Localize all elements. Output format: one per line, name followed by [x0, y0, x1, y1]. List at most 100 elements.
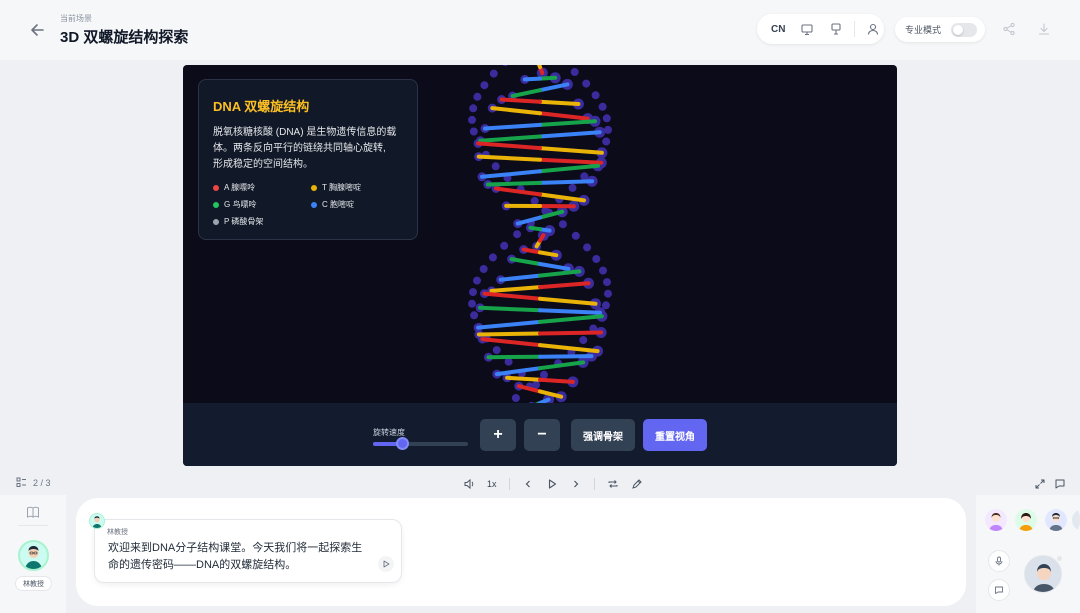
my-avatar[interactable] — [1024, 555, 1062, 593]
pro-mode-toggle[interactable] — [951, 22, 978, 37]
student-avatar[interactable] — [1045, 509, 1067, 531]
backbone-atom — [599, 266, 607, 275]
emphasize-backbone-button[interactable]: 强调骨架 — [571, 419, 635, 451]
backbone-atom — [540, 370, 548, 379]
legend-label: P 磷酸骨架 — [224, 217, 264, 226]
legend-item-thymine: T 胸腺嘧啶 — [311, 182, 409, 193]
top-header: 当前场景 3D 双螺旋结构探索 CN 专业模式 — [0, 0, 1080, 60]
base-pair-bond — [482, 291, 542, 301]
teacher-name-tag: 林教授 — [15, 576, 52, 591]
teacher-avatar[interactable] — [18, 540, 49, 571]
dna-stage: DNA 双螺旋结构 脱氧核糖核酸 (DNA) 是生物遗传信息的载 体。两条反向平… — [183, 65, 897, 466]
base-pair-bond — [485, 180, 542, 187]
user-icon[interactable] — [866, 22, 880, 36]
legend-item-cytosine: C 胞嘧啶 — [311, 199, 409, 210]
info-desc-line: 脱氧核糖核酸 (DNA) 是生物遗传信息的载 — [213, 127, 397, 138]
backbone-atom — [571, 231, 580, 240]
legend-dot — [213, 218, 219, 225]
backbone-atom — [602, 114, 611, 123]
speed-slider-thumb[interactable] — [395, 437, 409, 450]
backbone-atom — [582, 79, 591, 88]
playback-rate[interactable]: 1x — [487, 479, 497, 489]
share-icon[interactable] — [1002, 22, 1016, 36]
microphone-button[interactable] — [988, 550, 1010, 572]
student-avatar[interactable] — [1072, 509, 1080, 531]
zoom-in-button[interactable]: + — [480, 419, 516, 451]
base-pair-bond — [528, 225, 542, 232]
repeat-icon[interactable] — [607, 478, 619, 490]
backbone-atom — [602, 137, 611, 146]
base-legend: A 腺嘌呤 T 胸腺嘧啶 G 鸟嘌呤 C 胞嘧啶 P 磷酸骨架 — [213, 182, 403, 227]
backbone-atom — [591, 91, 600, 100]
base-pair-bond — [510, 88, 542, 98]
pro-mode-pill: 专业模式 — [895, 17, 985, 42]
list-icon — [16, 477, 27, 488]
presentation-icon[interactable] — [829, 22, 843, 36]
backbone-atom — [473, 276, 481, 285]
status-dot — [1057, 556, 1062, 561]
bubble-speaker-name: 林教授 — [107, 529, 128, 536]
student-avatar[interactable] — [985, 509, 1007, 531]
base-pair-bond — [538, 119, 597, 127]
rotation-speed-control: 旋转速度 — [373, 427, 468, 450]
reset-view-button[interactable]: 重置视角 — [643, 419, 707, 451]
backbone-atom — [479, 265, 488, 273]
backbone-atom — [502, 65, 508, 66]
backbone-atom — [489, 69, 498, 78]
legend-label: A 腺嘌呤 — [224, 183, 256, 192]
backbone-atom — [491, 162, 500, 171]
comment-icon[interactable] — [1054, 478, 1066, 490]
legend-label: T 胸腺嘧啶 — [322, 183, 361, 192]
zoom-out-button[interactable]: − — [524, 419, 560, 451]
backbone-atom — [530, 197, 539, 205]
backbone-atom — [468, 299, 476, 308]
legend-item-adenine: A 腺嘌呤 — [213, 182, 311, 193]
backbone-atom — [568, 183, 577, 192]
page-title: 3D 双螺旋结构探索 — [60, 29, 189, 46]
student-avatar[interactable] — [1015, 509, 1037, 531]
pen-icon[interactable] — [631, 478, 643, 490]
chat-icon — [995, 586, 1003, 594]
backbone-atom — [492, 346, 501, 355]
base-pair-bond — [538, 82, 570, 93]
chat-button[interactable] — [988, 579, 1010, 601]
base-pair-bond — [538, 99, 581, 106]
page-indicator[interactable]: 2 / 3 — [16, 477, 51, 488]
back-arrow-icon[interactable] — [28, 20, 48, 40]
speed-label: 旋转速度 — [373, 428, 405, 437]
book-icon[interactable] — [26, 505, 40, 519]
legend-dot — [213, 201, 219, 208]
previous-icon[interactable] — [522, 478, 534, 490]
info-title: DNA 双螺旋结构 — [213, 99, 310, 114]
download-icon[interactable] — [1037, 22, 1051, 36]
backbone-atom — [570, 68, 579, 76]
base-pair-bond — [538, 146, 604, 155]
bubble-line: 命的遗传密码——DNA的双螺旋结构。 — [108, 559, 297, 571]
backbone-atom — [468, 115, 476, 124]
teacher-column: 林教授 — [0, 495, 66, 613]
base-pair-bond — [538, 111, 590, 121]
speech-bubble: 欢迎来到DNA分子结构课堂。今天我们将一起探索生 命的遗传密码——DNA的双螺旋… — [94, 519, 402, 583]
expand-icon[interactable] — [1034, 478, 1046, 490]
info-card: DNA 双螺旋结构 脱氧核糖核酸 (DNA) 是生物遗传信息的载 体。两条反向平… — [198, 79, 418, 240]
language-toggle[interactable]: CN — [771, 24, 785, 35]
divider — [18, 525, 48, 526]
next-icon[interactable] — [570, 478, 582, 490]
playback-controls: 1x — [463, 474, 643, 494]
base-pair-bond — [538, 354, 594, 359]
backbone-atom — [480, 81, 489, 90]
speed-slider[interactable] — [373, 437, 468, 450]
base-pair-bond — [483, 122, 542, 131]
base-pair-bond — [538, 296, 598, 306]
legend-dot — [213, 184, 219, 191]
backbone-atom — [511, 394, 520, 402]
volume-icon[interactable] — [463, 478, 475, 490]
play-icon[interactable] — [546, 478, 558, 490]
monitor-icon[interactable] — [800, 22, 814, 36]
scene-label: 当前场景 — [60, 14, 92, 23]
play-audio-button[interactable] — [378, 556, 394, 572]
legend-dot — [311, 184, 317, 191]
backbone-atom — [598, 102, 607, 111]
legend-dot — [311, 201, 317, 208]
page-count: 2 / 3 — [33, 477, 51, 488]
